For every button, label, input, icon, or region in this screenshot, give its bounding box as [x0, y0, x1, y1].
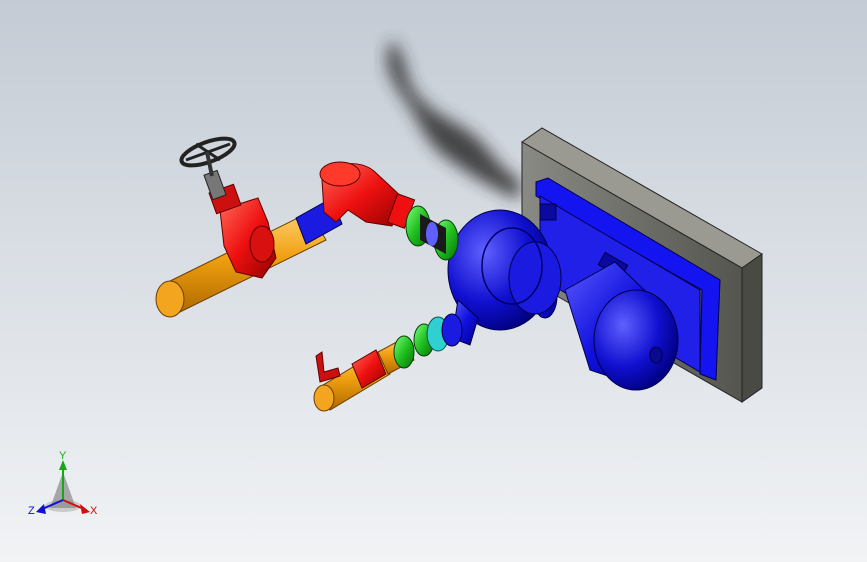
triad-z-label: Z — [28, 505, 35, 517]
triad-x-label: X — [90, 505, 98, 517]
triad-y-label: Y — [59, 450, 67, 462]
view-triad — [36, 460, 90, 514]
graphics-viewport[interactable]: Y X Z — [0, 0, 867, 562]
